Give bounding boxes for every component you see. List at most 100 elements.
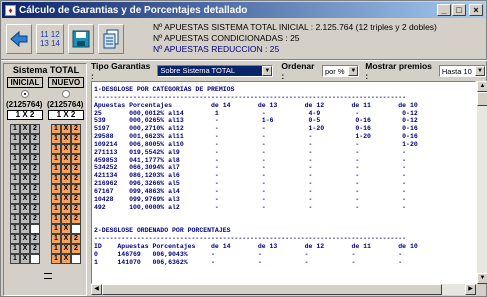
sign-cell[interactable]: X	[61, 214, 71, 224]
sign-cell[interactable]: 2	[71, 134, 81, 144]
sign-cell[interactable]: X	[20, 214, 30, 224]
sign-cell[interactable]: 1	[51, 234, 61, 244]
sign-cell[interactable]: X	[61, 144, 71, 154]
print-button[interactable]	[98, 24, 124, 54]
sign-cell[interactable]: X	[20, 174, 30, 184]
sign-cell[interactable]: X	[61, 234, 71, 244]
sign-cell[interactable]: X	[20, 124, 30, 134]
mostrar-select[interactable]: Hasta 10 ▼	[438, 65, 486, 77]
sign-cell[interactable]: 1	[51, 164, 61, 174]
vertical-scroll-thumb[interactable]	[477, 92, 487, 106]
tipo-dropdown-arrow-icon[interactable]: ▼	[262, 66, 273, 76]
sign-cell[interactable]: 2	[30, 154, 40, 164]
sign-cell[interactable]: 1	[10, 134, 20, 144]
sign-cell[interactable]: 2	[71, 144, 81, 154]
inicial-radio[interactable]	[21, 90, 29, 98]
sign-cell[interactable]: 1	[10, 224, 20, 234]
minimize-button[interactable]: _	[437, 4, 451, 16]
sign-cell[interactable]: 2	[71, 234, 81, 244]
sign-cell[interactable]: 1	[51, 174, 61, 184]
scroll-up-icon[interactable]: ▲	[477, 81, 487, 92]
back-button[interactable]	[6, 24, 32, 54]
sign-cell[interactable]: 2	[30, 164, 40, 174]
sign-cell[interactable]: 2	[30, 124, 40, 134]
mostrar-dropdown-arrow-icon[interactable]: ▼	[475, 66, 485, 76]
sign-cell[interactable]	[71, 254, 81, 264]
sign-cell[interactable]: 1	[51, 254, 61, 264]
sign-cell[interactable]: 1	[10, 244, 20, 254]
sign-cell[interactable]: 1	[10, 184, 20, 194]
sign-cell[interactable]	[30, 224, 40, 234]
sign-cell[interactable]: 2	[30, 184, 40, 194]
horizontal-scrollbar[interactable]: ◀ ▶	[91, 284, 476, 295]
sign-cell[interactable]: 1	[10, 254, 20, 264]
sign-cell[interactable]: X	[61, 194, 71, 204]
close-button[interactable]: ×	[469, 4, 483, 16]
sign-cell[interactable]: 2	[30, 144, 40, 154]
sign-cell[interactable]: X	[20, 254, 30, 264]
scroll-down-icon[interactable]: ▼	[477, 273, 487, 284]
sign-cell[interactable]: 2	[71, 164, 81, 174]
vertical-scrollbar[interactable]: ▲ ▼	[476, 81, 487, 284]
sign-cell[interactable]: X	[61, 254, 71, 264]
sign-cell[interactable]: 2	[30, 244, 40, 254]
sign-cell[interactable]: X	[61, 154, 71, 164]
sign-cell[interactable]: X	[61, 164, 71, 174]
sign-cell[interactable]: 1	[51, 184, 61, 194]
ordenar-select[interactable]: por % ▼	[321, 65, 360, 77]
sign-cell[interactable]: 1	[51, 194, 61, 204]
sign-cell[interactable]	[30, 254, 40, 264]
sign-cell[interactable]: X	[61, 224, 71, 234]
sign-cell[interactable]: 2	[71, 194, 81, 204]
sign-cell[interactable]: 2	[30, 204, 40, 214]
sign-cell[interactable]: X	[20, 184, 30, 194]
nuevo-radio[interactable]	[62, 90, 70, 98]
sign-cell[interactable]: 1	[51, 224, 61, 234]
sign-cell[interactable]: 1	[10, 234, 20, 244]
sign-cell[interactable]: 2	[71, 204, 81, 214]
sign-cell[interactable]: 1	[51, 134, 61, 144]
sign-cell[interactable]: X	[20, 234, 30, 244]
sign-cell[interactable]: 1	[51, 154, 61, 164]
sign-cell[interactable]: X	[20, 134, 30, 144]
title-bar[interactable]: ♦ Cálculo de Garantias y de Porcentajes …	[2, 2, 485, 18]
sign-cell[interactable]: X	[61, 134, 71, 144]
sign-cell[interactable]: 1	[10, 204, 20, 214]
sign-cell[interactable]: 1	[10, 164, 20, 174]
sign-cell[interactable]: 1	[10, 194, 20, 204]
sign-cell[interactable]: 2	[30, 134, 40, 144]
sign-cell[interactable]: 2	[71, 124, 81, 134]
save-button[interactable]	[68, 24, 94, 54]
sign-cell[interactable]: X	[20, 204, 30, 214]
sign-cell[interactable]: 1	[51, 244, 61, 254]
sign-cell[interactable]: 1	[51, 214, 61, 224]
sign-cell[interactable]: 2	[71, 154, 81, 164]
sign-cell[interactable]: 2	[71, 184, 81, 194]
sign-cell[interactable]: 1	[10, 124, 20, 134]
sign-cell[interactable]: 2	[71, 214, 81, 224]
sign-cell[interactable]: 2	[30, 234, 40, 244]
sign-cell[interactable]: X	[20, 194, 30, 204]
sign-cell[interactable]: 1	[10, 144, 20, 154]
sign-cell[interactable]: X	[61, 244, 71, 254]
horizontal-scroll-thumb[interactable]	[102, 284, 442, 295]
sign-cell[interactable]: X	[61, 184, 71, 194]
sign-cell[interactable]: 1	[10, 214, 20, 224]
sign-cell[interactable]: 2	[30, 194, 40, 204]
scroll-right-icon[interactable]: ▶	[465, 284, 476, 295]
maximize-button[interactable]: □	[452, 4, 466, 16]
sign-cell[interactable]: 1	[51, 204, 61, 214]
columns-button[interactable]: 11 12 13 14	[36, 24, 64, 54]
scroll-left-icon[interactable]: ◀	[91, 284, 102, 295]
sign-cell[interactable]: 1	[10, 174, 20, 184]
sign-cell[interactable]: 1	[10, 154, 20, 164]
sign-cell[interactable]: X	[20, 244, 30, 254]
sign-cell[interactable]: 1	[51, 124, 61, 134]
ordenar-dropdown-arrow-icon[interactable]: ▼	[348, 66, 359, 76]
sign-cell[interactable]: X	[20, 144, 30, 154]
sign-cell[interactable]: X	[61, 204, 71, 214]
sign-cell[interactable]: 2	[71, 244, 81, 254]
sign-cell[interactable]	[71, 224, 81, 234]
sign-cell[interactable]: X	[20, 154, 30, 164]
tipo-select[interactable]: Sobre Sistema TOTAL ▼	[157, 65, 274, 77]
